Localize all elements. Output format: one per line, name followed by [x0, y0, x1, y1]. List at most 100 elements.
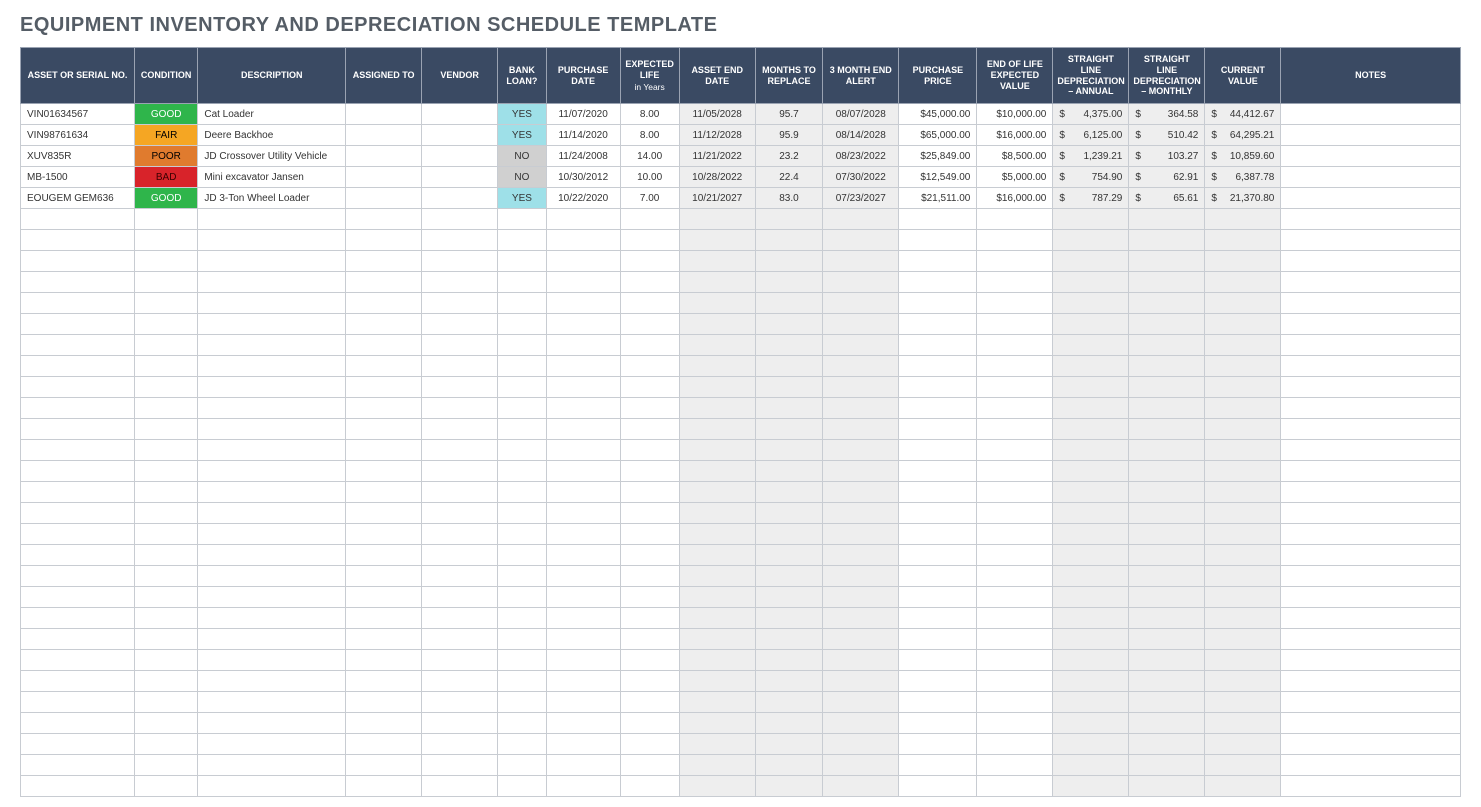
cell-assigned[interactable] — [346, 713, 422, 734]
cell-months_replace[interactable]: 23.2 — [755, 146, 823, 167]
cell-months_replace[interactable]: 22.4 — [755, 167, 823, 188]
cell-dep_annual[interactable] — [1053, 524, 1129, 545]
cell-alert[interactable] — [823, 461, 899, 482]
cell-asset_end[interactable] — [679, 503, 755, 524]
cell-purchase_date[interactable] — [546, 587, 620, 608]
cell-dep_monthly[interactable] — [1129, 335, 1205, 356]
cell-current_value[interactable] — [1205, 230, 1281, 251]
cell-dep_annual[interactable] — [1053, 356, 1129, 377]
cell-expected_life[interactable] — [620, 293, 679, 314]
cell-description[interactable] — [198, 671, 346, 692]
cell-price[interactable] — [899, 209, 977, 230]
cell-condition[interactable] — [135, 482, 198, 503]
cell-condition[interactable] — [135, 524, 198, 545]
cell-months_replace[interactable] — [755, 440, 823, 461]
cell-description[interactable] — [198, 545, 346, 566]
cell-condition[interactable] — [135, 734, 198, 755]
cell-eol_value[interactable] — [977, 566, 1053, 587]
cell-alert[interactable]: 07/23/2027 — [823, 188, 899, 209]
cell-price[interactable] — [899, 734, 977, 755]
cell-asset[interactable] — [21, 776, 135, 797]
cell-vendor[interactable] — [422, 167, 498, 188]
cell-dep_monthly[interactable] — [1129, 608, 1205, 629]
cell-price[interactable] — [899, 356, 977, 377]
cell-months_replace[interactable] — [755, 461, 823, 482]
cell-eol_value[interactable] — [977, 608, 1053, 629]
cell-dep_monthly[interactable] — [1129, 776, 1205, 797]
cell-condition[interactable] — [135, 671, 198, 692]
cell-dep_monthly[interactable] — [1129, 692, 1205, 713]
cell-purchase_date[interactable] — [546, 503, 620, 524]
cell-price[interactable] — [899, 776, 977, 797]
cell-description[interactable]: JD Crossover Utility Vehicle — [198, 146, 346, 167]
cell-price[interactable] — [899, 755, 977, 776]
cell-assigned[interactable] — [346, 734, 422, 755]
cell-dep_monthly[interactable] — [1129, 524, 1205, 545]
cell-price[interactable] — [899, 671, 977, 692]
cell-notes[interactable] — [1281, 293, 1461, 314]
cell-description[interactable] — [198, 440, 346, 461]
cell-alert[interactable] — [823, 755, 899, 776]
cell-notes[interactable] — [1281, 503, 1461, 524]
cell-expected_life[interactable] — [620, 356, 679, 377]
cell-purchase_date[interactable] — [546, 671, 620, 692]
cell-expected_life[interactable] — [620, 314, 679, 335]
cell-loan[interactable] — [498, 251, 547, 272]
cell-months_replace[interactable] — [755, 713, 823, 734]
cell-asset_end[interactable] — [679, 776, 755, 797]
cell-vendor[interactable] — [422, 608, 498, 629]
cell-dep_annual[interactable] — [1053, 503, 1129, 524]
cell-description[interactable] — [198, 629, 346, 650]
cell-loan[interactable] — [498, 419, 547, 440]
cell-notes[interactable] — [1281, 167, 1461, 188]
cell-asset[interactable] — [21, 377, 135, 398]
cell-dep_annual[interactable] — [1053, 251, 1129, 272]
cell-price[interactable] — [899, 272, 977, 293]
cell-current_value[interactable] — [1205, 713, 1281, 734]
cell-assigned[interactable] — [346, 482, 422, 503]
cell-loan[interactable] — [498, 755, 547, 776]
cell-notes[interactable] — [1281, 146, 1461, 167]
cell-purchase_date[interactable] — [546, 755, 620, 776]
cell-expected_life[interactable] — [620, 398, 679, 419]
cell-assigned[interactable] — [346, 272, 422, 293]
cell-loan[interactable]: YES — [498, 104, 547, 125]
cell-price[interactable] — [899, 230, 977, 251]
cell-dep_monthly[interactable] — [1129, 251, 1205, 272]
cell-price[interactable]: $12,549.00 — [899, 167, 977, 188]
cell-vendor[interactable] — [422, 377, 498, 398]
cell-asset[interactable] — [21, 209, 135, 230]
cell-notes[interactable] — [1281, 692, 1461, 713]
cell-asset[interactable] — [21, 251, 135, 272]
cell-description[interactable] — [198, 503, 346, 524]
cell-eol_value[interactable] — [977, 209, 1053, 230]
cell-loan[interactable] — [498, 629, 547, 650]
cell-purchase_date[interactable] — [546, 776, 620, 797]
cell-condition[interactable] — [135, 314, 198, 335]
cell-eol_value[interactable] — [977, 587, 1053, 608]
cell-vendor[interactable] — [422, 125, 498, 146]
cell-vendor[interactable] — [422, 209, 498, 230]
cell-asset[interactable] — [21, 566, 135, 587]
cell-notes[interactable] — [1281, 104, 1461, 125]
cell-assigned[interactable] — [346, 776, 422, 797]
cell-vendor[interactable] — [422, 146, 498, 167]
cell-expected_life[interactable] — [620, 713, 679, 734]
cell-dep_monthly[interactable] — [1129, 482, 1205, 503]
cell-expected_life[interactable] — [620, 440, 679, 461]
cell-dep_annual[interactable]: $6,125.00 — [1053, 125, 1129, 146]
cell-purchase_date[interactable] — [546, 734, 620, 755]
cell-months_replace[interactable] — [755, 482, 823, 503]
cell-current_value[interactable] — [1205, 356, 1281, 377]
cell-dep_annual[interactable] — [1053, 272, 1129, 293]
cell-description[interactable] — [198, 566, 346, 587]
cell-notes[interactable] — [1281, 356, 1461, 377]
cell-expected_life[interactable] — [620, 335, 679, 356]
cell-asset_end[interactable] — [679, 587, 755, 608]
cell-dep_annual[interactable] — [1053, 314, 1129, 335]
cell-notes[interactable] — [1281, 587, 1461, 608]
cell-condition[interactable]: GOOD — [135, 188, 198, 209]
cell-price[interactable] — [899, 713, 977, 734]
cell-eol_value[interactable]: $5,000.00 — [977, 167, 1053, 188]
cell-alert[interactable]: 08/14/2028 — [823, 125, 899, 146]
